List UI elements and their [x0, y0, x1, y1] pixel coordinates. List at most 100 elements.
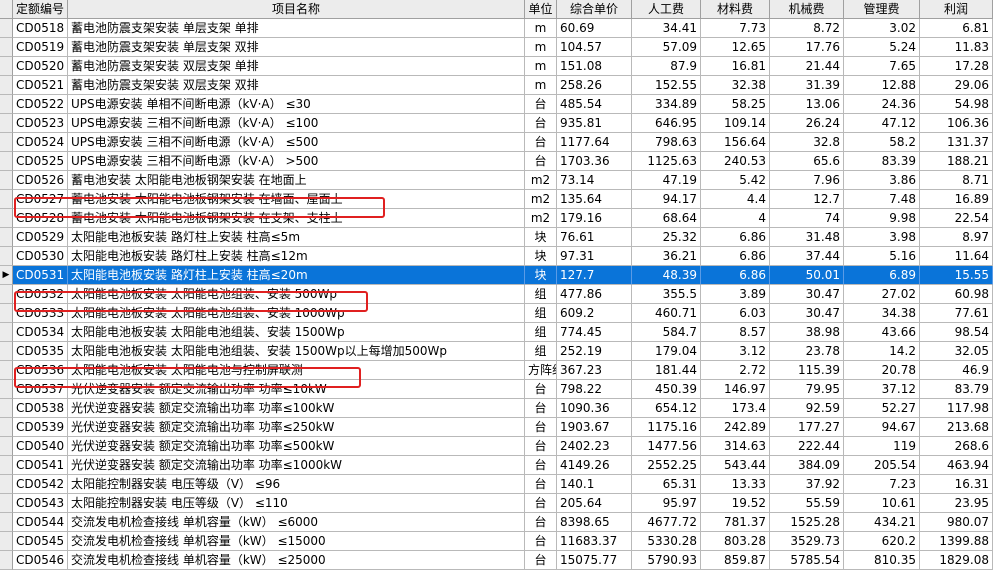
cell-code[interactable]: CD0536 — [13, 361, 68, 380]
table-row[interactable]: CD0525 UPS电源安装 三相不间断电源（kV·A） >500 台 1703.36… — [0, 152, 996, 171]
cell-price[interactable]: 205.64 — [557, 494, 632, 513]
cell-price[interactable]: 179.16 — [557, 209, 632, 228]
cell-machine[interactable]: 17.76 — [770, 38, 844, 57]
cell-labor[interactable]: 25.32 — [632, 228, 701, 247]
cell-profit[interactable]: 11.83 — [920, 38, 993, 57]
table-row[interactable]: CD0545 交流发电机检查接线 单机容量（kW） ≤15000 台 11683.37… — [0, 532, 996, 551]
cell-material[interactable]: 6.03 — [701, 304, 770, 323]
cell-unit[interactable]: 台 — [525, 475, 557, 494]
cell-material[interactable]: 7.73 — [701, 19, 770, 38]
cell-price[interactable]: 135.64 — [557, 190, 632, 209]
cell-machine[interactable]: 177.27 — [770, 418, 844, 437]
cell-unit[interactable]: 块 — [525, 228, 557, 247]
cell-machine[interactable]: 7.96 — [770, 171, 844, 190]
cell-unit[interactable]: 台 — [525, 494, 557, 513]
column-header-code[interactable]: 定额编号 — [13, 0, 68, 19]
table-row[interactable]: CD0521 蓄电池防震支架安装 双层支架 双排 m 258.26 152.55 32.3… — [0, 76, 996, 95]
cell-name[interactable]: 蓄电池防震支架安装 双层支架 双排 — [68, 76, 525, 95]
column-header-labor[interactable]: 人工费 — [632, 0, 701, 19]
row-indicator[interactable] — [0, 76, 13, 95]
cell-unit[interactable]: 台 — [525, 418, 557, 437]
cell-machine[interactable]: 37.44 — [770, 247, 844, 266]
cell-material[interactable]: 781.37 — [701, 513, 770, 532]
cell-manage[interactable]: 3.86 — [844, 171, 920, 190]
table-row[interactable]: CD0540 光伏逆变器安装 额定交流输出功率 功率≤500kW 台 2402.23 1… — [0, 437, 996, 456]
cell-name[interactable]: 蓄电池防震支架安装 单层支架 双排 — [68, 38, 525, 57]
cell-name[interactable]: 蓄电池安装 太阳能电池板钢架安装 在支架、支柱上 — [68, 209, 525, 228]
cell-name[interactable]: 太阳能电池板安装 太阳能电池与控制屏联测 — [68, 361, 525, 380]
cell-unit[interactable]: 块 — [525, 266, 557, 285]
row-indicator[interactable] — [0, 399, 13, 418]
cell-labor[interactable]: 87.9 — [632, 57, 701, 76]
cell-unit[interactable]: m — [525, 76, 557, 95]
cell-name[interactable]: 太阳能电池板安装 路灯柱上安装 柱高≤20m — [68, 266, 525, 285]
cell-labor[interactable]: 654.12 — [632, 399, 701, 418]
cell-code[interactable]: CD0531 — [13, 266, 68, 285]
row-indicator[interactable] — [0, 418, 13, 437]
cell-unit[interactable]: m — [525, 38, 557, 57]
row-indicator[interactable] — [0, 551, 13, 570]
row-indicator[interactable] — [0, 247, 13, 266]
cell-manage[interactable]: 37.12 — [844, 380, 920, 399]
cell-profit[interactable]: 16.89 — [920, 190, 993, 209]
cell-machine[interactable]: 79.95 — [770, 380, 844, 399]
row-indicator[interactable] — [0, 323, 13, 342]
cell-machine[interactable]: 38.98 — [770, 323, 844, 342]
cell-material[interactable]: 2.72 — [701, 361, 770, 380]
cell-price[interactable]: 1177.64 — [557, 133, 632, 152]
cell-labor[interactable]: 1477.56 — [632, 437, 701, 456]
row-indicator[interactable] — [0, 513, 13, 532]
cell-profit[interactable]: 1399.88 — [920, 532, 993, 551]
cell-material[interactable]: 19.52 — [701, 494, 770, 513]
cell-price[interactable]: 935.81 — [557, 114, 632, 133]
cell-machine[interactable]: 50.01 — [770, 266, 844, 285]
cell-price[interactable]: 252.19 — [557, 342, 632, 361]
cell-labor[interactable]: 36.21 — [632, 247, 701, 266]
cell-unit[interactable]: m — [525, 19, 557, 38]
cell-profit[interactable]: 77.61 — [920, 304, 993, 323]
cell-manage[interactable]: 434.21 — [844, 513, 920, 532]
table-row[interactable]: CD0539 光伏逆变器安装 额定交流输出功率 功率≤250kW 台 1903.67 1… — [0, 418, 996, 437]
cell-price[interactable]: 609.2 — [557, 304, 632, 323]
table-row[interactable]: CD0541 光伏逆变器安装 额定交流输出功率 功率≤1000kW 台 4149.26… — [0, 456, 996, 475]
cell-profit[interactable]: 98.54 — [920, 323, 993, 342]
cell-profit[interactable]: 6.81 — [920, 19, 993, 38]
cell-name[interactable]: 蓄电池防震支架安装 单层支架 单排 — [68, 19, 525, 38]
cell-name[interactable]: 太阳能电池板安装 太阳能电池组装、安装 500Wp — [68, 285, 525, 304]
cell-machine[interactable]: 3529.73 — [770, 532, 844, 551]
cell-code[interactable]: CD0546 — [13, 551, 68, 570]
row-indicator[interactable] — [0, 228, 13, 247]
cell-labor[interactable]: 1125.63 — [632, 152, 701, 171]
cell-code[interactable]: CD0525 — [13, 152, 68, 171]
cell-material[interactable]: 6.86 — [701, 247, 770, 266]
table-row[interactable]: CD0538 光伏逆变器安装 额定交流输出功率 功率≤100kW 台 1090.36 6… — [0, 399, 996, 418]
cell-code[interactable]: CD0534 — [13, 323, 68, 342]
cell-labor[interactable]: 5330.28 — [632, 532, 701, 551]
cell-profit[interactable]: 17.28 — [920, 57, 993, 76]
cell-unit[interactable]: 台 — [525, 380, 557, 399]
cell-name[interactable]: 太阳能电池板安装 太阳能电池组装、安装 1500Wp以上每增加500Wp — [68, 342, 525, 361]
cell-manage[interactable]: 24.36 — [844, 95, 920, 114]
cell-profit[interactable]: 213.68 — [920, 418, 993, 437]
cell-unit[interactable]: 台 — [525, 114, 557, 133]
cell-code[interactable]: CD0524 — [13, 133, 68, 152]
cell-profit[interactable]: 1829.08 — [920, 551, 993, 570]
row-indicator[interactable] — [0, 209, 13, 228]
cell-manage[interactable]: 620.2 — [844, 532, 920, 551]
cell-name[interactable]: 光伏逆变器安装 额定交流输出功率 功率≤10kW — [68, 380, 525, 399]
cell-name[interactable]: 交流发电机检查接线 单机容量（kW） ≤15000 — [68, 532, 525, 551]
cell-price[interactable]: 140.1 — [557, 475, 632, 494]
cell-name[interactable]: UPS电源安装 三相不间断电源（kV·A） >500 — [68, 152, 525, 171]
cell-code[interactable]: CD0519 — [13, 38, 68, 57]
cell-unit[interactable]: 台 — [525, 95, 557, 114]
cell-unit[interactable]: 台 — [525, 513, 557, 532]
cell-machine[interactable]: 37.92 — [770, 475, 844, 494]
column-header-manage[interactable]: 管理费 — [844, 0, 920, 19]
row-indicator[interactable] — [0, 95, 13, 114]
cell-manage[interactable]: 20.78 — [844, 361, 920, 380]
row-indicator[interactable] — [0, 171, 13, 190]
cell-price[interactable]: 4149.26 — [557, 456, 632, 475]
cell-name[interactable]: 蓄电池安装 太阳能电池板钢架安装 在墙面、屋面上 — [68, 190, 525, 209]
cell-material[interactable]: 3.12 — [701, 342, 770, 361]
cell-price[interactable]: 104.57 — [557, 38, 632, 57]
